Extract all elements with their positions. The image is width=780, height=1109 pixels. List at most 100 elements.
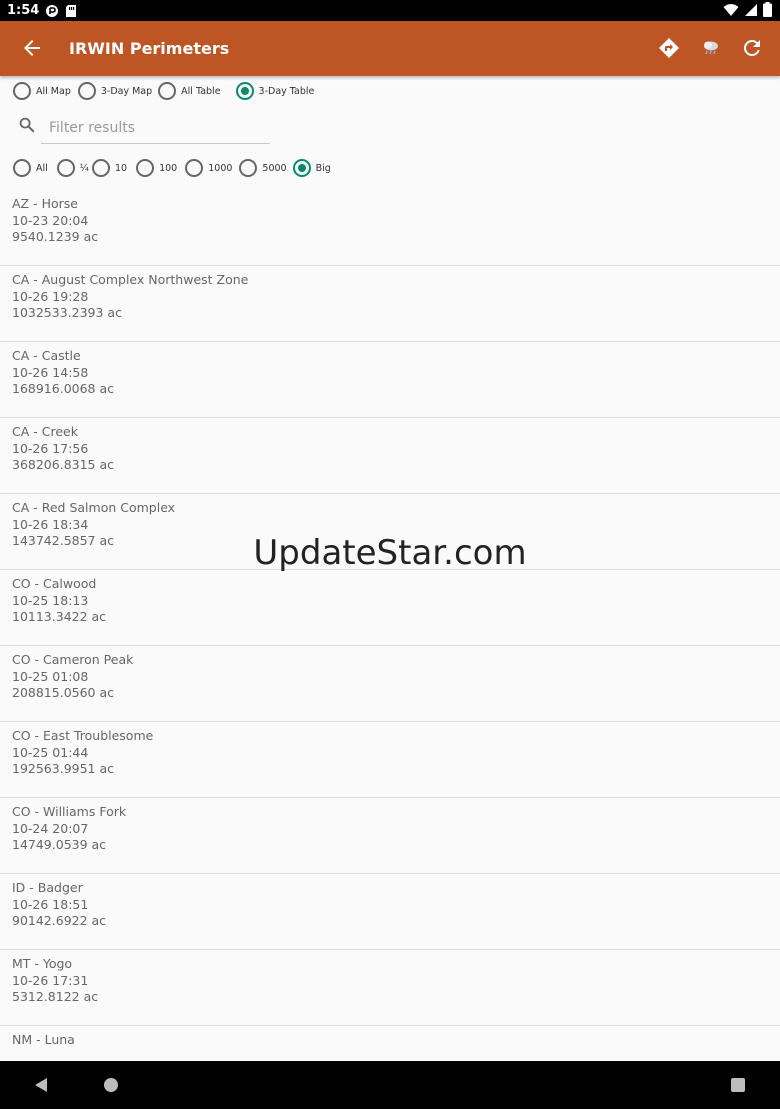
fire-name: AZ - Horse <box>12 196 78 211</box>
fire-name: CA - August Complex Northwest Zone <box>12 272 249 287</box>
radio-size-quarter[interactable]: ¼ <box>56 159 89 177</box>
fire-name: CO - Calwood <box>12 576 97 591</box>
fire-time: 10-26 18:34 <box>12 516 89 532</box>
radio-button[interactable] <box>13 159 31 177</box>
radio-all-map[interactable]: All Map <box>13 82 71 100</box>
view-mode-group: All Map 3-Day Map All Table 3-Day Table <box>13 81 314 101</box>
fire-name: CO - East Troublesome <box>12 728 154 743</box>
radio-button[interactable] <box>92 159 110 177</box>
radio-label: Big <box>315 162 331 174</box>
radio-label: All Map <box>36 85 71 97</box>
list-item[interactable]: ID - Badger 10-26 18:51 90142.6922 ac <box>0 874 780 950</box>
fire-time: 10-24 20:07 <box>12 820 89 836</box>
fire-time: 10-25 01:08 <box>12 668 89 684</box>
battery-icon <box>763 2 772 17</box>
fire-name: CA - Creek <box>12 424 78 439</box>
radio-size-100[interactable]: 100 <box>136 159 177 177</box>
fire-acres: 143742.5857 ac <box>12 533 115 548</box>
fire-acres: 5312.8122 ac <box>12 989 99 1004</box>
list-item[interactable]: CA - Creek 10-26 17:56 368206.8315 ac <box>0 418 780 494</box>
radio-button[interactable] <box>235 82 254 100</box>
refresh-icon[interactable] <box>740 36 764 60</box>
fire-time: 10-26 17:31 <box>12 972 89 988</box>
list-item[interactable]: NM - Luna <box>0 1026 780 1061</box>
fire-acres: 9540.1239 ac <box>12 229 99 244</box>
fire-acres: 14749.0539 ac <box>12 837 107 852</box>
fire-acres: 1032533.2393 ac <box>12 305 122 320</box>
fire-acres: 168916.0068 ac <box>12 381 115 396</box>
list-item[interactable]: CO - Cameron Peak 10-25 01:08 208815.056… <box>0 646 780 722</box>
fire-acres: 90142.6922 ac <box>12 913 107 928</box>
status-bar: 1:54 <box>0 0 780 21</box>
search-row <box>18 112 270 146</box>
list-item[interactable]: CO - East Troublesome 10-25 01:44 192563… <box>0 722 780 798</box>
radio-all-table[interactable]: All Table <box>158 82 221 100</box>
notification-app-icon <box>46 4 59 17</box>
fire-acres: 10113.3422 ac <box>12 609 107 624</box>
radio-label: 5000 <box>262 162 287 174</box>
fire-name: CO - Williams Fork <box>12 804 127 819</box>
radio-label: ¼ <box>79 162 89 174</box>
nav-home-icon[interactable] <box>104 1078 118 1092</box>
fire-time: 10-26 18:51 <box>12 896 89 912</box>
radio-3-day-table[interactable]: 3-Day Table <box>235 82 315 100</box>
radio-label: All <box>36 162 48 174</box>
fire-time: 10-26 14:58 <box>12 364 89 380</box>
arrow-left-icon[interactable] <box>20 36 44 60</box>
fire-time: 10-25 01:44 <box>12 744 89 760</box>
list-item[interactable]: CO - Calwood 10-25 18:13 10113.3422 ac <box>0 570 780 646</box>
radio-button[interactable] <box>13 82 31 100</box>
radio-label: 100 <box>159 162 178 174</box>
fire-time: 10-25 18:13 <box>12 592 89 608</box>
radio-label: 10 <box>115 162 128 174</box>
navigation-bar <box>0 1061 780 1109</box>
status-time: 1:54 <box>7 3 40 18</box>
radio-label: 1000 <box>208 162 233 174</box>
radio-button[interactable] <box>239 159 258 177</box>
search-input[interactable] <box>41 112 270 144</box>
fire-name: NM - Luna <box>12 1032 75 1047</box>
list-item[interactable]: CA - Red Salmon Complex 10-26 18:34 1437… <box>0 494 780 570</box>
fire-name: CA - Castle <box>12 348 81 363</box>
radio-size-5000[interactable]: 5000 <box>239 159 287 177</box>
nav-back-icon[interactable] <box>33 1077 49 1093</box>
radio-button[interactable] <box>292 159 311 177</box>
search-icon <box>19 117 35 133</box>
status-left: 1:54 <box>7 3 77 18</box>
sd-card-icon <box>66 4 77 17</box>
nav-recents-icon[interactable] <box>731 1078 745 1092</box>
fire-acres: 368206.8315 ac <box>12 457 115 472</box>
fire-acres: 192563.9951 ac <box>12 761 115 776</box>
radio-3-day-map[interactable]: 3-Day Map <box>77 82 153 100</box>
directions-icon[interactable] <box>657 36 681 60</box>
fire-time: 10-26 17:56 <box>12 440 89 456</box>
list-item[interactable]: CO - Williams Fork 10-24 20:07 14749.053… <box>0 798 780 874</box>
fire-name: MT - Yogo <box>12 956 73 971</box>
radio-label: 3-Day Table <box>258 85 315 97</box>
fire-acres: 208815.0560 ac <box>12 685 115 700</box>
status-right <box>723 2 772 17</box>
radio-size-1000[interactable]: 1000 <box>185 159 232 177</box>
list-item[interactable]: CA - Castle 10-26 14:58 168916.0068 ac <box>0 342 780 418</box>
fire-name: CO - Cameron Peak <box>12 652 134 667</box>
fire-time: 10-26 19:28 <box>12 288 89 304</box>
app-bar: IRWIN Perimeters <box>0 21 780 76</box>
list-item[interactable]: CA - August Complex Northwest Zone 10-26… <box>0 266 780 342</box>
radio-label: 3-Day Map <box>100 85 153 97</box>
size-filter-group: All ¼ 10 100 1000 5000 Big <box>13 158 331 178</box>
radio-size-10[interactable]: 10 <box>92 159 127 177</box>
radio-button[interactable] <box>56 159 75 177</box>
radio-size-all[interactable]: All <box>13 159 48 177</box>
list-item[interactable]: AZ - Horse 10-23 20:04 9540.1239 ac <box>0 190 780 266</box>
radio-button[interactable] <box>158 82 177 100</box>
fire-list[interactable]: AZ - Horse 10-23 20:04 9540.1239 ac CA -… <box>0 190 780 1061</box>
radio-button[interactable] <box>185 159 204 177</box>
radio-label: All Table <box>181 85 221 97</box>
radio-button[interactable] <box>136 159 155 177</box>
radio-size-big[interactable]: Big <box>292 159 331 177</box>
list-item[interactable]: MT - Yogo 10-26 17:31 5312.8122 ac <box>0 950 780 1026</box>
fire-name: ID - Badger <box>12 880 83 895</box>
radio-button[interactable] <box>77 82 96 100</box>
weather-icon[interactable] <box>699 36 723 60</box>
fire-name: CA - Red Salmon Complex <box>12 500 176 515</box>
